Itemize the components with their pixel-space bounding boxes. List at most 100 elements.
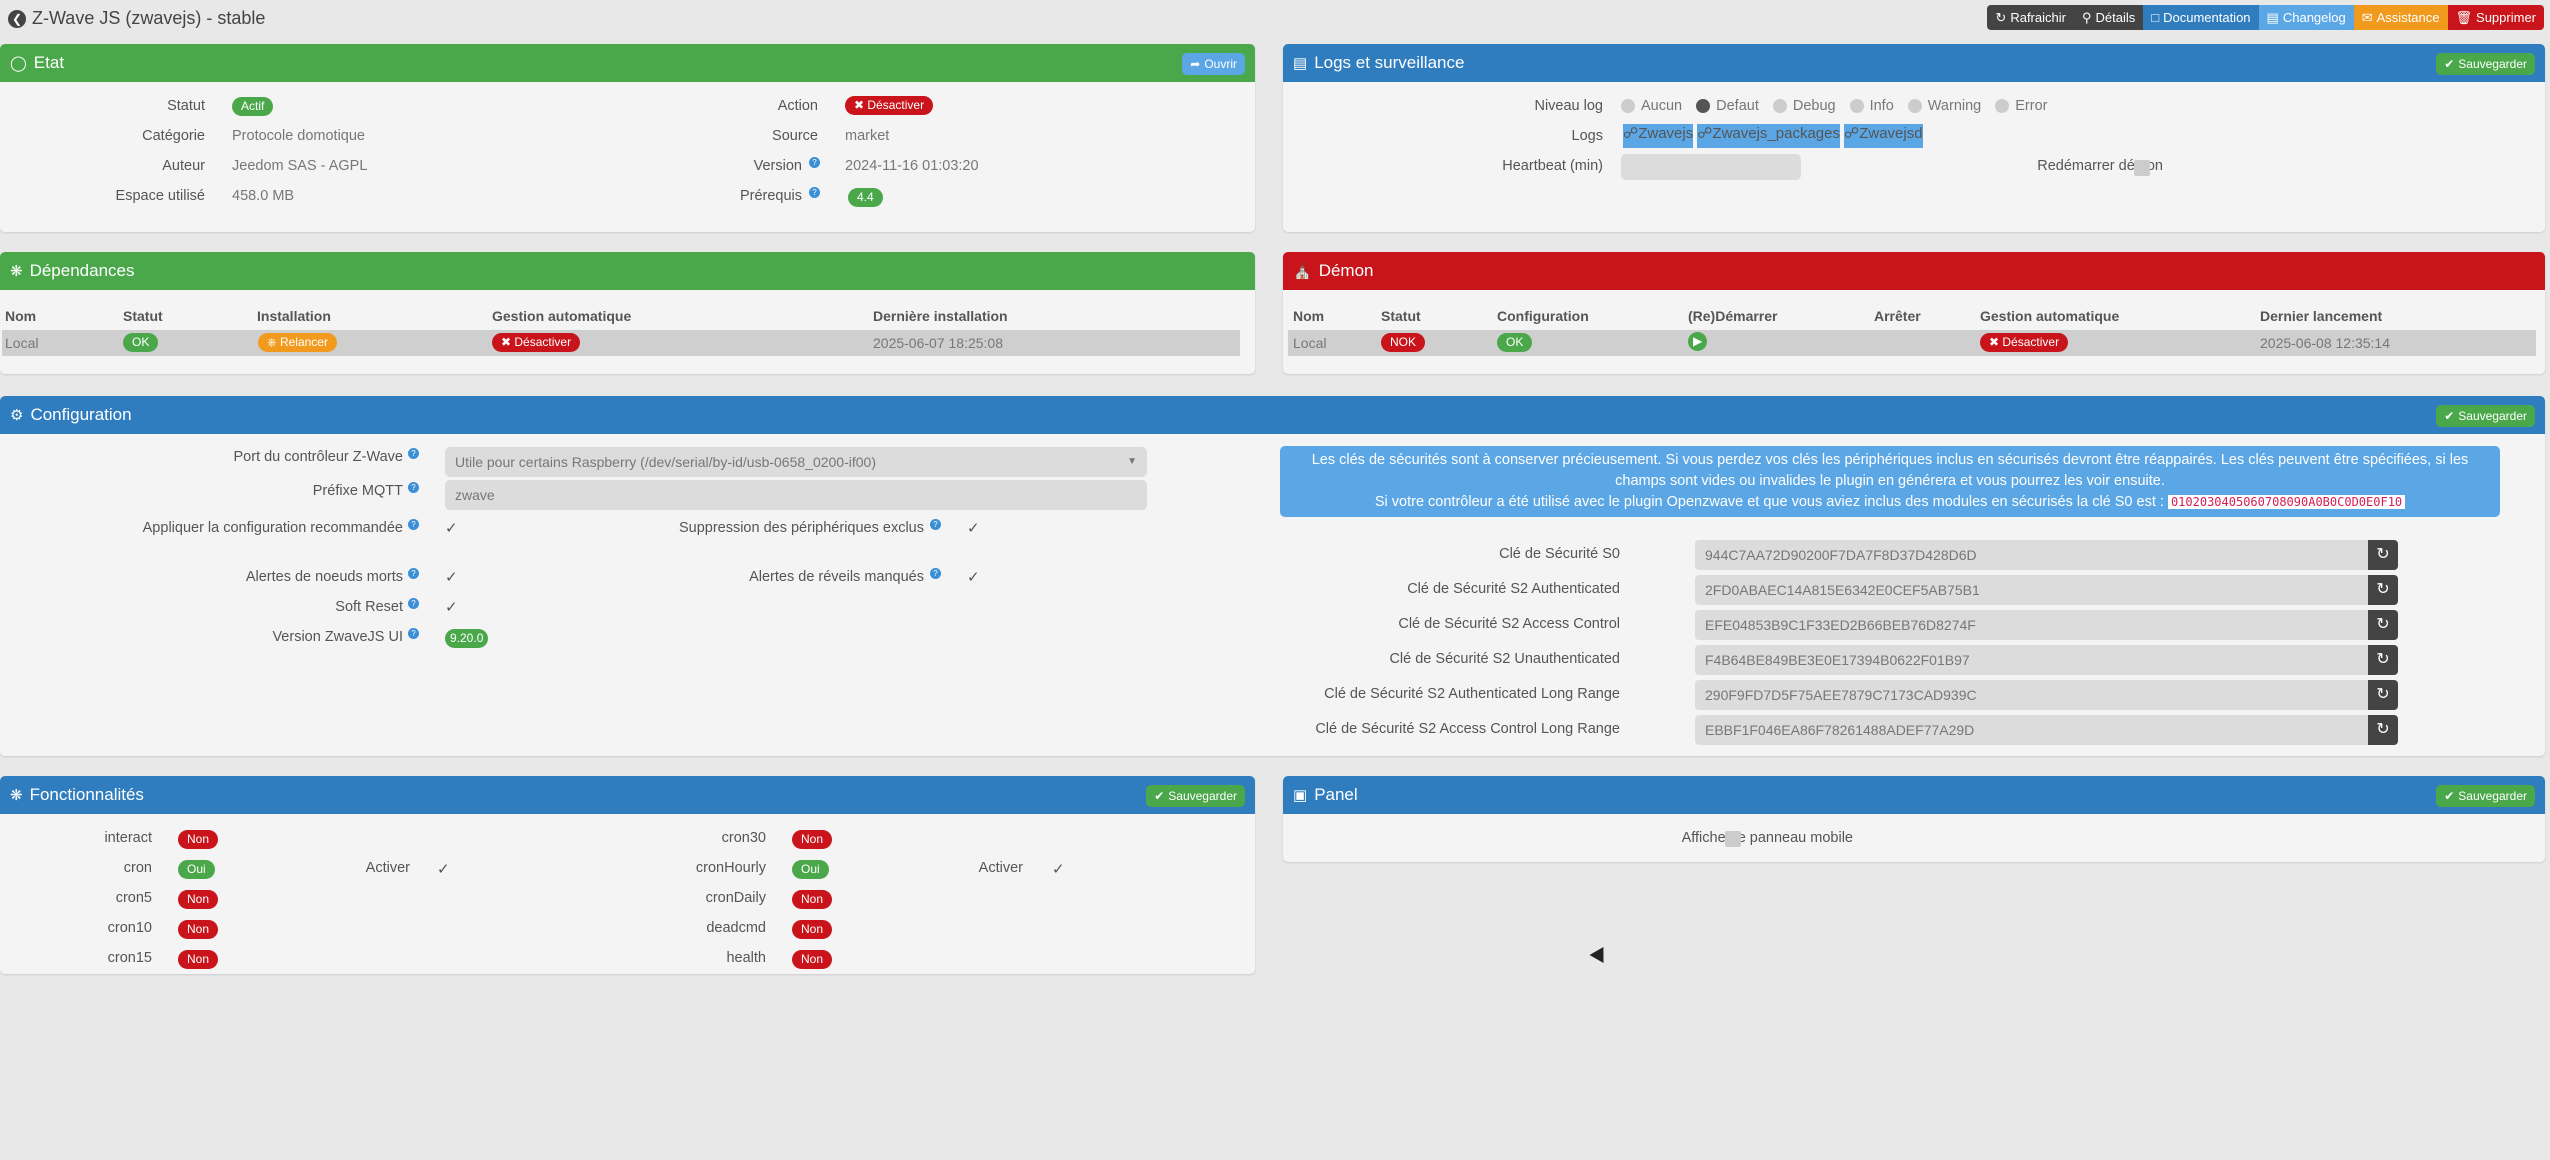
refresh-icon: ↻ — [2376, 616, 2390, 633]
softreset-checkbox[interactable]: ✓ — [445, 600, 459, 615]
key-s0-input[interactable]: 944C7AA72D90200F7DA7F8D37D428D6D — [1695, 540, 2369, 570]
refresh-button[interactable]: ↻ Rafraichir — [1987, 5, 2074, 30]
wakeup-checkbox[interactable]: ✓ — [967, 570, 981, 585]
configuration-header: ⚙ Configuration ✔ Sauvegarder — [0, 396, 2545, 434]
back-icon[interactable]: ❮ — [8, 9, 26, 28]
key-s2-access-input[interactable]: EFE04853B9C1F33ED2B66BEB76D8274F — [1695, 610, 2369, 640]
key-s2-auth-lr-input[interactable]: 290F9FD7D5F75AEE7879C7173CAD939C — [1695, 680, 2369, 710]
etat-title: Etat — [33, 53, 65, 72]
log-zwavejs-button[interactable]: ☍Zwavejs — [1623, 124, 1694, 148]
key-s0-refresh-button[interactable]: ↻ — [2368, 540, 2398, 570]
mobile-panel-checkbox[interactable] — [1725, 831, 1741, 847]
cron-activer-checkbox[interactable]: ✓ — [437, 862, 451, 877]
cog-icon: ❋ — [10, 263, 23, 280]
restart-daemon-button[interactable]: ▶ — [1688, 332, 1708, 351]
dead-nodes-label: Alertes de noeuds morts — [245, 569, 403, 585]
config-save-button[interactable]: ✔ Sauvegarder — [2436, 405, 2535, 427]
feature-cron5-label: cron5 — [115, 890, 152, 906]
espace-label: Espace utilisé — [115, 188, 205, 204]
details-label: Détails — [2095, 10, 2136, 25]
log-level-defaut[interactable]: Defaut — [1696, 98, 1759, 114]
s0-code: 0102030405060708090A0B0C0D0E0F10 — [2167, 495, 2406, 509]
mqtt-input[interactable]: zwave — [445, 480, 1147, 510]
recommended-checkbox[interactable]: ✓ — [445, 521, 459, 536]
table-row — [2, 330, 1240, 356]
restart-daemon-checkbox[interactable] — [2134, 160, 2150, 176]
details-button[interactable]: ⚲ Détails — [2073, 5, 2144, 30]
refresh-icon: ↻ — [2376, 581, 2390, 598]
source-value: market — [845, 128, 890, 144]
version-label: Version — [753, 158, 802, 174]
assistance-label: Assistance — [2376, 10, 2440, 25]
circle-notch-icon: ◯ — [10, 55, 27, 72]
key-s2-auth-refresh-button[interactable]: ↻ — [2368, 575, 2398, 605]
panel-title: Panel — [1314, 785, 1358, 804]
level-label: Defaut — [1716, 98, 1759, 114]
col-statut: Statut — [1381, 308, 1421, 324]
feature-cron15-label: cron15 — [107, 950, 152, 966]
notice-text: Les clés de sécurités sont à conserver p… — [1311, 452, 2469, 489]
open-button[interactable]: ➦ Ouvrir — [1182, 53, 1245, 75]
demon-deactivate-button[interactable]: ✖ Désactiver — [1980, 333, 2069, 352]
save-label: Sauvegarder — [2458, 789, 2527, 803]
key-s2-access-lr-input[interactable]: EBBF1F046EA86F78261488ADEF77A29D — [1695, 715, 2369, 745]
deactivate-button[interactable]: ✖ Désactiver — [845, 96, 934, 115]
configuration-title: Configuration — [30, 405, 132, 424]
log-zwavejs-packages-button[interactable]: ☍Zwavejs_packages — [1697, 124, 1840, 148]
log-level-info[interactable]: Info — [1849, 98, 1894, 114]
log-level-error[interactable]: Error — [1995, 98, 2047, 114]
documentation-button[interactable]: □ Documentation — [2143, 5, 2259, 30]
feature-interact-badge: Non — [178, 830, 219, 849]
log-level-warning[interactable]: Warning — [1907, 98, 1981, 114]
help-icon: ? — [408, 628, 419, 639]
key-s2-access-refresh-button[interactable]: ↻ — [2368, 610, 2398, 640]
action-buttons: ↻ Rafraichir ⚲ Détails □ Documentation ▤ Cha… — [1987, 5, 2544, 30]
key-s2-unauth-refresh-button[interactable]: ↻ — [2368, 645, 2398, 675]
configuration-panel: ⚙ Configuration ✔ Sauvegarder Port du con… — [0, 396, 2545, 756]
feature-cron30-badge: Non — [792, 830, 833, 849]
suppression-checkbox[interactable]: ✓ — [967, 521, 981, 536]
logs-save-button[interactable]: ✔ Sauvegarder — [2436, 53, 2535, 75]
log-level-debug[interactable]: Debug — [1772, 98, 1836, 114]
refresh-label: Rafraichir — [2010, 10, 2066, 25]
key-s2-access-lr-refresh-button[interactable]: ↻ — [2368, 715, 2398, 745]
refresh-icon: ↻ — [2376, 651, 2390, 668]
help-icon: ? — [408, 482, 419, 493]
cronhourly-activer-checkbox[interactable]: ✓ — [1052, 862, 1066, 877]
panel-header: ▣ Panel ✔ Sauvegarder — [1283, 776, 2545, 814]
col-gestion: Gestion automatique — [1980, 308, 2120, 324]
fonctionnalites-panel: ❋ Fonctionnalités ✔ Sauvegarder interact … — [0, 776, 1255, 974]
feature-cron10-badge: Non — [178, 920, 219, 939]
help-icon: ? — [930, 568, 941, 579]
save-label: Sauvegarder — [1168, 789, 1237, 803]
port-select[interactable]: Utile pour certains Raspberry (/dev/seri… — [445, 447, 1147, 477]
changelog-button[interactable]: ▤ Changelog — [2258, 5, 2354, 30]
help-icon: ✉ — [2361, 9, 2373, 25]
key-s2-unauth-input[interactable]: F4B64BE849BE3E0E17394B0622F01B97 — [1695, 645, 2369, 675]
demon-config-badge: OK — [1497, 333, 1533, 352]
assistance-button[interactable]: ✉ Assistance — [2353, 5, 2448, 30]
log-buttons: ☍Zwavejs ☍Zwavejs_packages ☍Zwavejsd — [1623, 124, 1923, 148]
feature-deadcmd-label: deadcmd — [706, 920, 766, 936]
feature-cron5-badge: Non — [178, 890, 219, 909]
heartbeat-input[interactable] — [1621, 154, 1801, 180]
col-gestion: Gestion automatique — [492, 308, 632, 324]
panel-save-button[interactable]: ✔ Sauvegarder — [2436, 785, 2535, 807]
log-level-aucun[interactable]: Aucun — [1621, 98, 1682, 114]
mqtt-label: Préfixe MQTT — [312, 483, 403, 499]
dead-nodes-checkbox[interactable]: ✓ — [445, 570, 459, 585]
dep-nom: Local — [5, 335, 39, 351]
key-s2-auth-lr-refresh-button[interactable]: ↻ — [2368, 680, 2398, 710]
delete-button[interactable]: 🗑 Supprimer — [2447, 5, 2544, 30]
dep-deactivate-button[interactable]: ✖ Désactiver — [492, 333, 581, 352]
statut-label: Statut — [167, 98, 205, 114]
col-statut: Statut — [123, 308, 163, 324]
demon-status-badge: NOK — [1381, 333, 1426, 352]
relancer-button[interactable]: ⎈ Relancer — [258, 333, 337, 352]
key-s2-auth-input[interactable]: 2FD0ABAEC14A815E6342E0CEF5AB75B1 — [1695, 575, 2369, 605]
log-zwavejsd-button[interactable]: ☍Zwavejsd — [1844, 124, 1923, 148]
help-icon: ? — [408, 568, 419, 579]
file-icon: ▤ — [2266, 9, 2279, 25]
fonct-save-button[interactable]: ✔ Sauvegarder — [1146, 785, 1245, 807]
feature-health-badge: Non — [792, 950, 833, 969]
